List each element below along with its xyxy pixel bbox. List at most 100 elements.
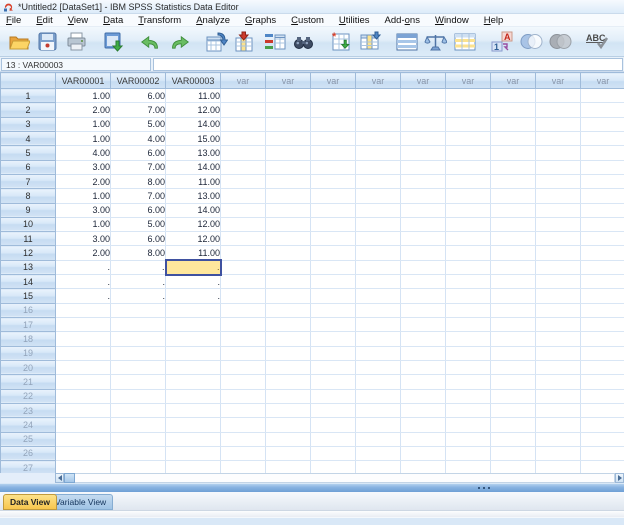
data-cell[interactable]	[310, 188, 356, 204]
data-cell[interactable]	[400, 288, 446, 304]
data-cell[interactable]	[220, 160, 266, 175]
data-cell[interactable]	[580, 274, 624, 290]
data-cell[interactable]	[445, 88, 491, 104]
open-data-button[interactable]	[6, 29, 31, 54]
row-header-24[interactable]: 24	[0, 417, 56, 433]
data-cell[interactable]	[580, 446, 624, 462]
data-cell[interactable]	[265, 88, 311, 104]
row-header-19[interactable]: 19	[0, 345, 56, 361]
data-cell[interactable]	[445, 245, 491, 261]
data-cell[interactable]	[490, 360, 536, 376]
data-cell[interactable]	[490, 117, 536, 132]
data-cell[interactable]	[310, 403, 356, 419]
data-cell[interactable]	[220, 389, 266, 404]
insert-cases-button[interactable]: *	[328, 29, 353, 54]
data-cell[interactable]	[310, 303, 356, 319]
menu-item-graphs[interactable]: Graphs	[245, 15, 276, 26]
go-to-case-button[interactable]	[204, 29, 229, 54]
data-cell[interactable]: 3.00	[55, 160, 111, 175]
data-cell[interactable]	[355, 145, 401, 161]
data-cell[interactable]	[310, 331, 356, 347]
data-cell[interactable]	[355, 188, 401, 204]
data-cell[interactable]	[265, 460, 311, 473]
data-cell[interactable]	[165, 317, 221, 333]
data-cell[interactable]	[445, 203, 491, 218]
data-cell[interactable]	[580, 174, 624, 190]
data-cell[interactable]	[265, 288, 311, 304]
data-cell[interactable]: 8.00	[110, 174, 166, 190]
menu-item-help[interactable]: Help	[484, 15, 504, 26]
data-cell[interactable]	[310, 274, 356, 290]
row-header-25[interactable]: 25	[0, 431, 56, 447]
data-cell[interactable]	[355, 260, 401, 276]
data-cell[interactable]	[580, 374, 624, 390]
data-cell[interactable]	[265, 360, 311, 376]
row-header-27[interactable]: 27	[0, 460, 56, 473]
row-header-20[interactable]: 20	[0, 359, 56, 376]
data-cell[interactable]: 5.00	[110, 217, 166, 233]
data-cell[interactable]	[535, 102, 581, 118]
data-cell[interactable]: .	[165, 274, 221, 290]
data-cell[interactable]	[265, 260, 311, 276]
data-cell[interactable]	[355, 274, 401, 290]
data-cell[interactable]	[580, 102, 624, 118]
data-cell[interactable]	[535, 389, 581, 404]
data-cell[interactable]	[55, 331, 111, 347]
data-cell[interactable]	[580, 131, 624, 147]
data-cell[interactable]	[355, 245, 401, 261]
data-cell[interactable]: 2.00	[55, 102, 111, 118]
data-cell[interactable]	[220, 231, 266, 247]
data-cell[interactable]	[265, 446, 311, 462]
data-cell[interactable]	[355, 231, 401, 247]
data-cell[interactable]: .	[165, 288, 221, 304]
data-cell[interactable]: .	[110, 260, 166, 276]
row-header-21[interactable]: 21	[0, 374, 56, 390]
data-cell[interactable]	[535, 417, 581, 433]
data-cell[interactable]	[445, 331, 491, 347]
data-cell[interactable]	[490, 260, 536, 276]
data-cell[interactable]	[110, 460, 166, 473]
row-header-4[interactable]: 4	[0, 130, 56, 147]
data-cell[interactable]	[400, 203, 446, 218]
data-cell[interactable]: 3.00	[55, 203, 111, 218]
insert-variable-button[interactable]	[357, 29, 382, 54]
undo-button[interactable]	[138, 29, 163, 54]
data-cell[interactable]	[400, 403, 446, 419]
data-cell[interactable]	[55, 417, 111, 433]
data-cell[interactable]	[310, 217, 356, 233]
data-cell[interactable]	[355, 102, 401, 118]
data-cell[interactable]	[220, 245, 266, 261]
data-cell[interactable]	[110, 360, 166, 376]
spell-check-button[interactable]: ABC	[584, 29, 609, 54]
data-cell[interactable]: 2.00	[55, 245, 111, 261]
data-cell[interactable]	[310, 460, 356, 473]
data-cell[interactable]	[580, 217, 624, 233]
data-cell[interactable]	[445, 288, 491, 304]
data-cell[interactable]: 7.00	[110, 102, 166, 118]
data-cell[interactable]	[445, 260, 491, 276]
menu-item-file[interactable]: File	[6, 15, 21, 26]
data-cell[interactable]	[400, 317, 446, 333]
data-cell[interactable]	[490, 217, 536, 233]
data-cell[interactable]	[165, 446, 221, 462]
data-cell[interactable]	[580, 432, 624, 447]
data-cell[interactable]	[165, 403, 221, 419]
data-cell[interactable]	[490, 88, 536, 104]
data-cell[interactable]	[490, 331, 536, 347]
data-cell[interactable]	[445, 145, 491, 161]
data-cell[interactable]	[535, 403, 581, 419]
data-cell[interactable]	[355, 303, 401, 319]
data-cell[interactable]	[220, 274, 266, 290]
data-cell[interactable]	[310, 260, 356, 276]
data-cell[interactable]: 14.00	[165, 117, 221, 132]
data-cell[interactable]	[220, 403, 266, 419]
data-cell[interactable]	[580, 260, 624, 276]
data-cell[interactable]	[580, 288, 624, 304]
data-cell[interactable]	[355, 317, 401, 333]
data-cell[interactable]	[265, 203, 311, 218]
data-cell[interactable]: 14.00	[165, 160, 221, 175]
data-cell[interactable]	[490, 374, 536, 390]
data-cell[interactable]	[220, 460, 266, 473]
column-header-var[interactable]: var	[445, 72, 491, 89]
row-header-12[interactable]: 12	[0, 245, 56, 261]
